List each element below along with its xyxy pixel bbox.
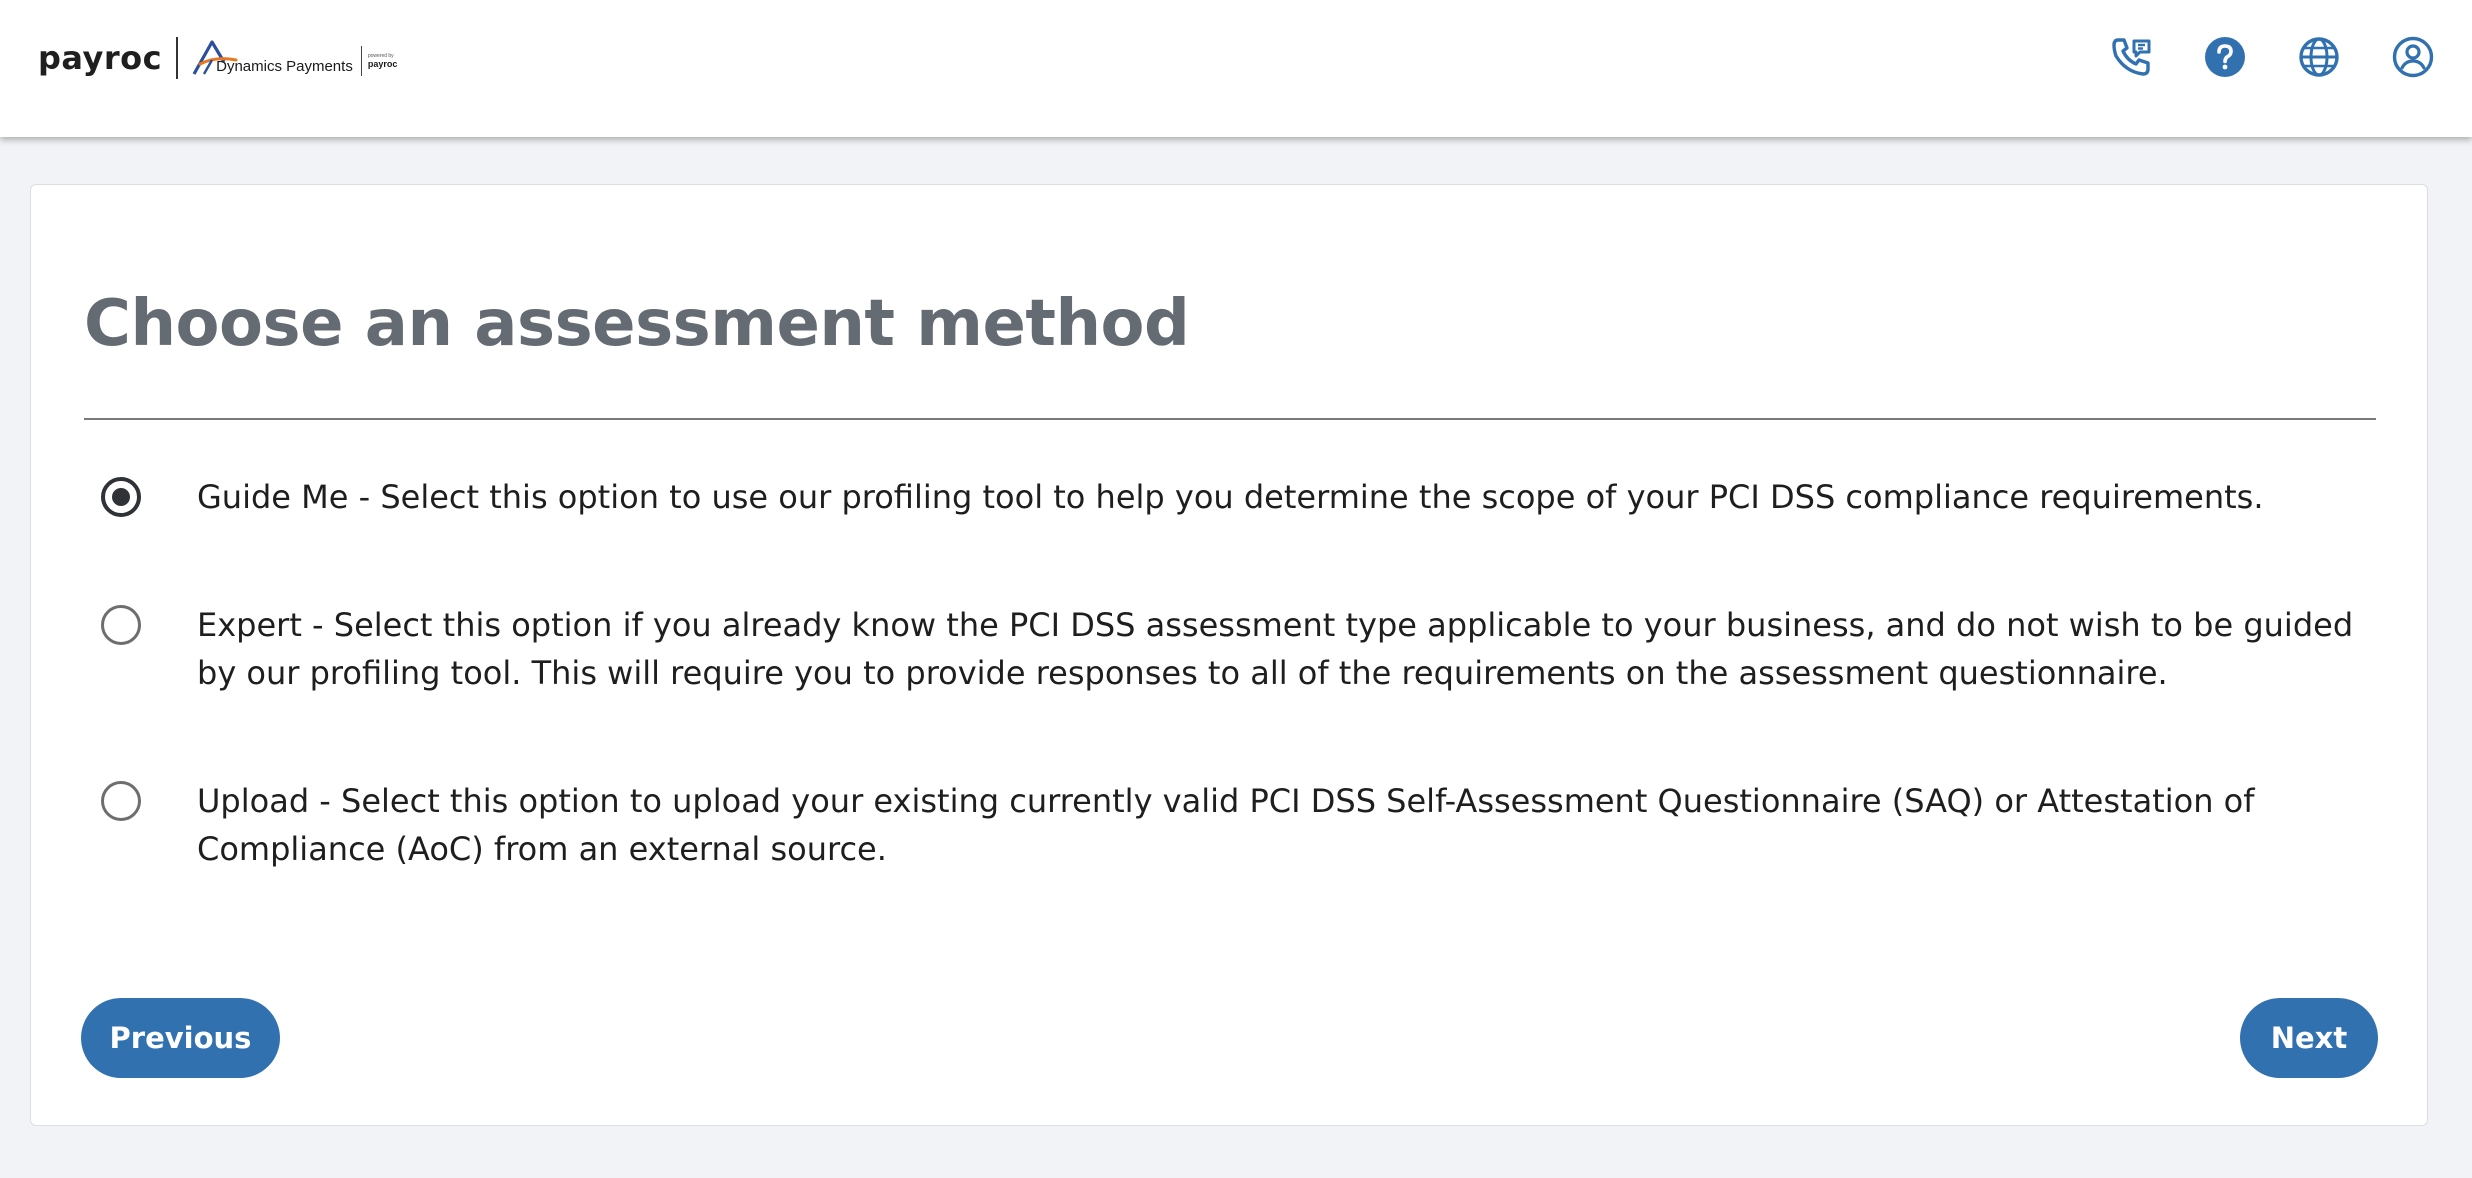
option-upload[interactable]: Upload - Select this option to upload yo… [101, 777, 2391, 873]
upload-radio[interactable] [101, 781, 141, 821]
brand-logo[interactable]: payroc Dynamics Payments powered by payr… [38, 34, 397, 82]
contact-phone-icon[interactable] [2110, 36, 2152, 78]
page-title: Choose an assessment method [84, 287, 1190, 361]
partner-sub-brand: powered by payroc [368, 53, 398, 69]
assessment-method-card: Choose an assessment method Guide Me - S… [30, 184, 2428, 1126]
option-guide-me-label: Guide Me - Select this option to use our… [197, 478, 2264, 516]
partner-divider [360, 46, 362, 76]
header-actions [2110, 36, 2434, 78]
title-divider [84, 418, 2376, 420]
option-guide-me[interactable]: Guide Me - Select this option to use our… [101, 473, 2391, 521]
option-upload-label: Upload - Select this option to upload yo… [197, 782, 2255, 868]
brand-name: payroc [38, 39, 163, 77]
help-icon[interactable] [2204, 36, 2246, 78]
partner-logo: Dynamics Payments powered by payroc [190, 36, 397, 80]
option-expert[interactable]: Expert - Select this option if you alrea… [101, 601, 2391, 697]
language-globe-icon[interactable] [2298, 36, 2340, 78]
top-header: payroc Dynamics Payments powered by payr… [0, 0, 2472, 137]
expert-radio[interactable] [101, 605, 141, 645]
previous-button[interactable]: Previous [81, 998, 280, 1078]
option-expert-label: Expert - Select this option if you alrea… [197, 606, 2354, 692]
next-button[interactable]: Next [2240, 998, 2378, 1078]
guide-me-radio[interactable] [101, 477, 141, 517]
partner-name: Dynamics Payments [216, 57, 353, 75]
user-account-icon[interactable] [2392, 36, 2434, 78]
partner-sub-brand-name: payroc [367, 59, 398, 69]
brand-divider [176, 37, 179, 79]
